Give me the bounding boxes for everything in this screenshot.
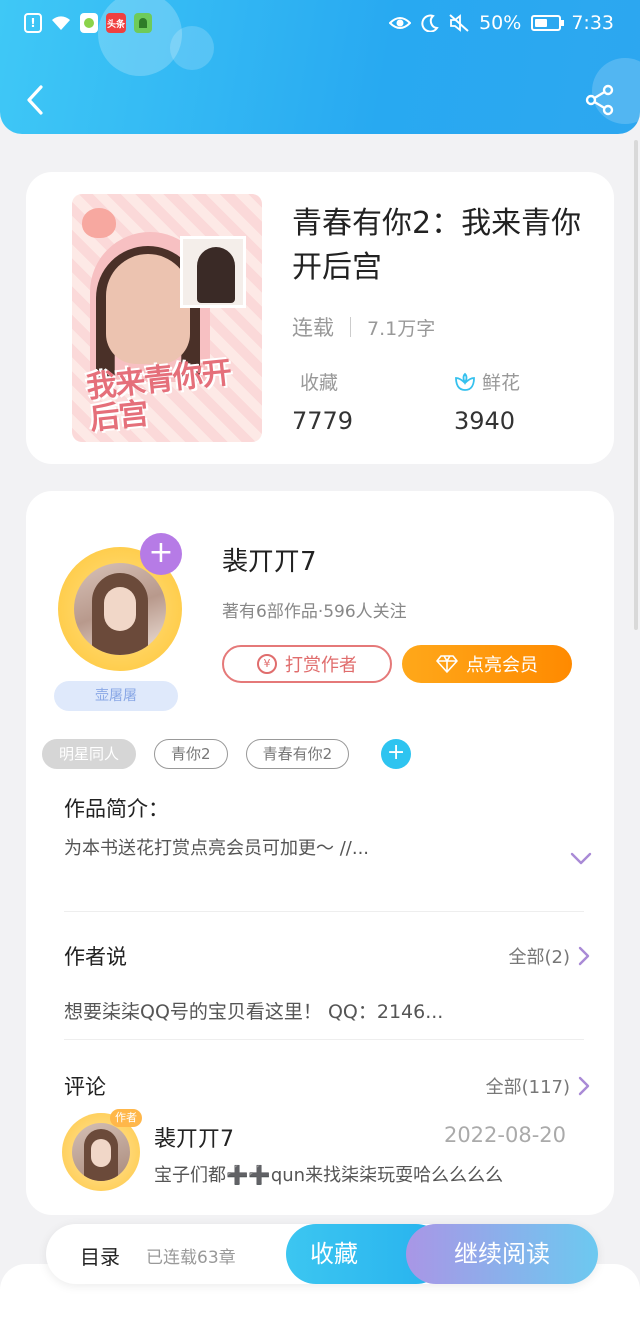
tip-author-label: 打赏作者 [285,655,357,676]
mute-icon [449,14,469,32]
avatar-photo [74,563,166,655]
tag-list: 明星同人 青你2 青春有你2 + [42,739,412,769]
favorites-count: 7779 [292,407,354,435]
comment-avatar-photo [72,1123,130,1181]
status-left-icons: ! 头条 [24,13,152,33]
chapter-count[interactable]: 已连载63章 [146,1243,236,1268]
chevron-down-icon[interactable] [570,851,592,867]
comment-avatar[interactable]: 作者 [58,1109,144,1191]
share-icon[interactable] [584,84,616,116]
author-card: + 壶屠屠 裴丌丌7 著有6部作品·596人关注 ¥ 打赏作者 点亮会员 明星同… [26,491,614,1215]
clock: 7:33 [571,12,614,34]
author-stats: 著有6部作品·596人关注 [222,602,407,622]
author-says-all-link[interactable]: 全部(2) [509,943,591,969]
word-count: 7.1万字 [367,317,436,340]
author-avatar[interactable]: + 壶屠屠 [50,533,186,717]
wifi-icon [52,16,70,30]
cover-inset-photo [180,236,246,308]
book-title: 青春有你2：我来青你开后宫 [292,206,582,285]
status-right: 50% 7:33 [389,12,614,34]
meta-divider [350,317,351,337]
author-says-text[interactable]: 想要柒柒QQ号的宝贝看这里！ QQ：2146... [64,997,443,1024]
comments-all-label: 全部(117) [485,1077,570,1098]
scrollbar[interactable] [634,140,638,630]
author-badge: 壶屠屠 [54,681,178,711]
comment-author[interactable]: 裴丌丌7 [154,1121,234,1153]
back-button[interactable] [20,80,50,120]
author-tag: 作者 [110,1109,142,1127]
coin-icon: ¥ [257,654,277,674]
tag-item[interactable]: 明星同人 [42,739,137,769]
tag-item[interactable]: 青春有你2 [245,739,350,769]
follow-plus-icon[interactable]: + [140,533,182,575]
book-info-card: 我来青你开后宫 青春有你2：我来青你开后宫 连载 7.1万字 收藏 7779 鲜… [26,172,614,464]
comments-title: 评论 [64,1075,106,1099]
header: ! 头条 50% 7:33 [0,0,640,134]
author-says-all-label: 全部(2) [508,947,571,968]
book-cover[interactable]: 我来青你开后宫 [72,194,262,442]
battery-percent: 50% [479,12,522,34]
comment-text[interactable]: 宝子们都➕➕qun来找柒柒玩耍哈么么么么 [154,1161,503,1187]
cover-figure-face [106,254,190,364]
book-meta: 连载 7.1万字 [292,312,435,342]
status-bar: ! 头条 50% 7:33 [0,0,640,50]
flowers-stat[interactable]: 鲜花 3940 [454,368,520,435]
intro-title: 作品简介： [64,797,169,821]
cover-peach-decor [82,208,116,238]
tag-item[interactable]: 青你2 [154,739,228,769]
add-tag-button[interactable]: + [381,739,412,769]
sim-alert-icon: ! [24,13,42,33]
moon-icon [421,14,439,32]
toc-button[interactable]: 目录 [80,1241,120,1270]
comment-date: 2022-08-20 [443,1123,566,1147]
vip-button[interactable]: 点亮会员 [402,645,572,683]
favorites-label: 收藏 [300,372,339,394]
serial-status: 连载 [292,316,334,340]
divider [64,911,584,912]
game-app-icon [134,13,152,33]
author-name[interactable]: 裴丌丌7 [222,541,317,578]
eye-icon [389,17,412,29]
chevron-right-icon [578,1076,590,1096]
chevron-right-icon [578,946,590,966]
news-app-icon: 头条 [106,13,126,33]
flowers-label: 鲜花 [482,372,521,394]
tip-author-button[interactable]: ¥ 打赏作者 [222,645,392,683]
divider [64,1039,584,1040]
vip-label: 点亮会员 [466,655,538,676]
diamond-icon [436,655,458,673]
comments-all-link[interactable]: 全部(117) [486,1073,590,1099]
back-arrow-icon [27,85,43,115]
battery-icon [531,15,565,31]
app-notification-icon [80,13,98,33]
flower-icon [455,372,475,391]
author-says-title: 作者说 [64,945,127,969]
news-app-label: 头条 [106,19,125,30]
intro-text: 为本书送花打赏点亮会员可加更～ //... [64,838,370,859]
flowers-count: 3940 [454,407,516,435]
bottom-action-bar: 目录 已连载63章 收藏 继续阅读 [46,1224,598,1284]
continue-reading-button[interactable]: 继续阅读 [406,1224,598,1284]
favorites-stat: 收藏 7779 [292,368,353,435]
cover-title-art: 我来青你开后宫 [84,355,233,438]
